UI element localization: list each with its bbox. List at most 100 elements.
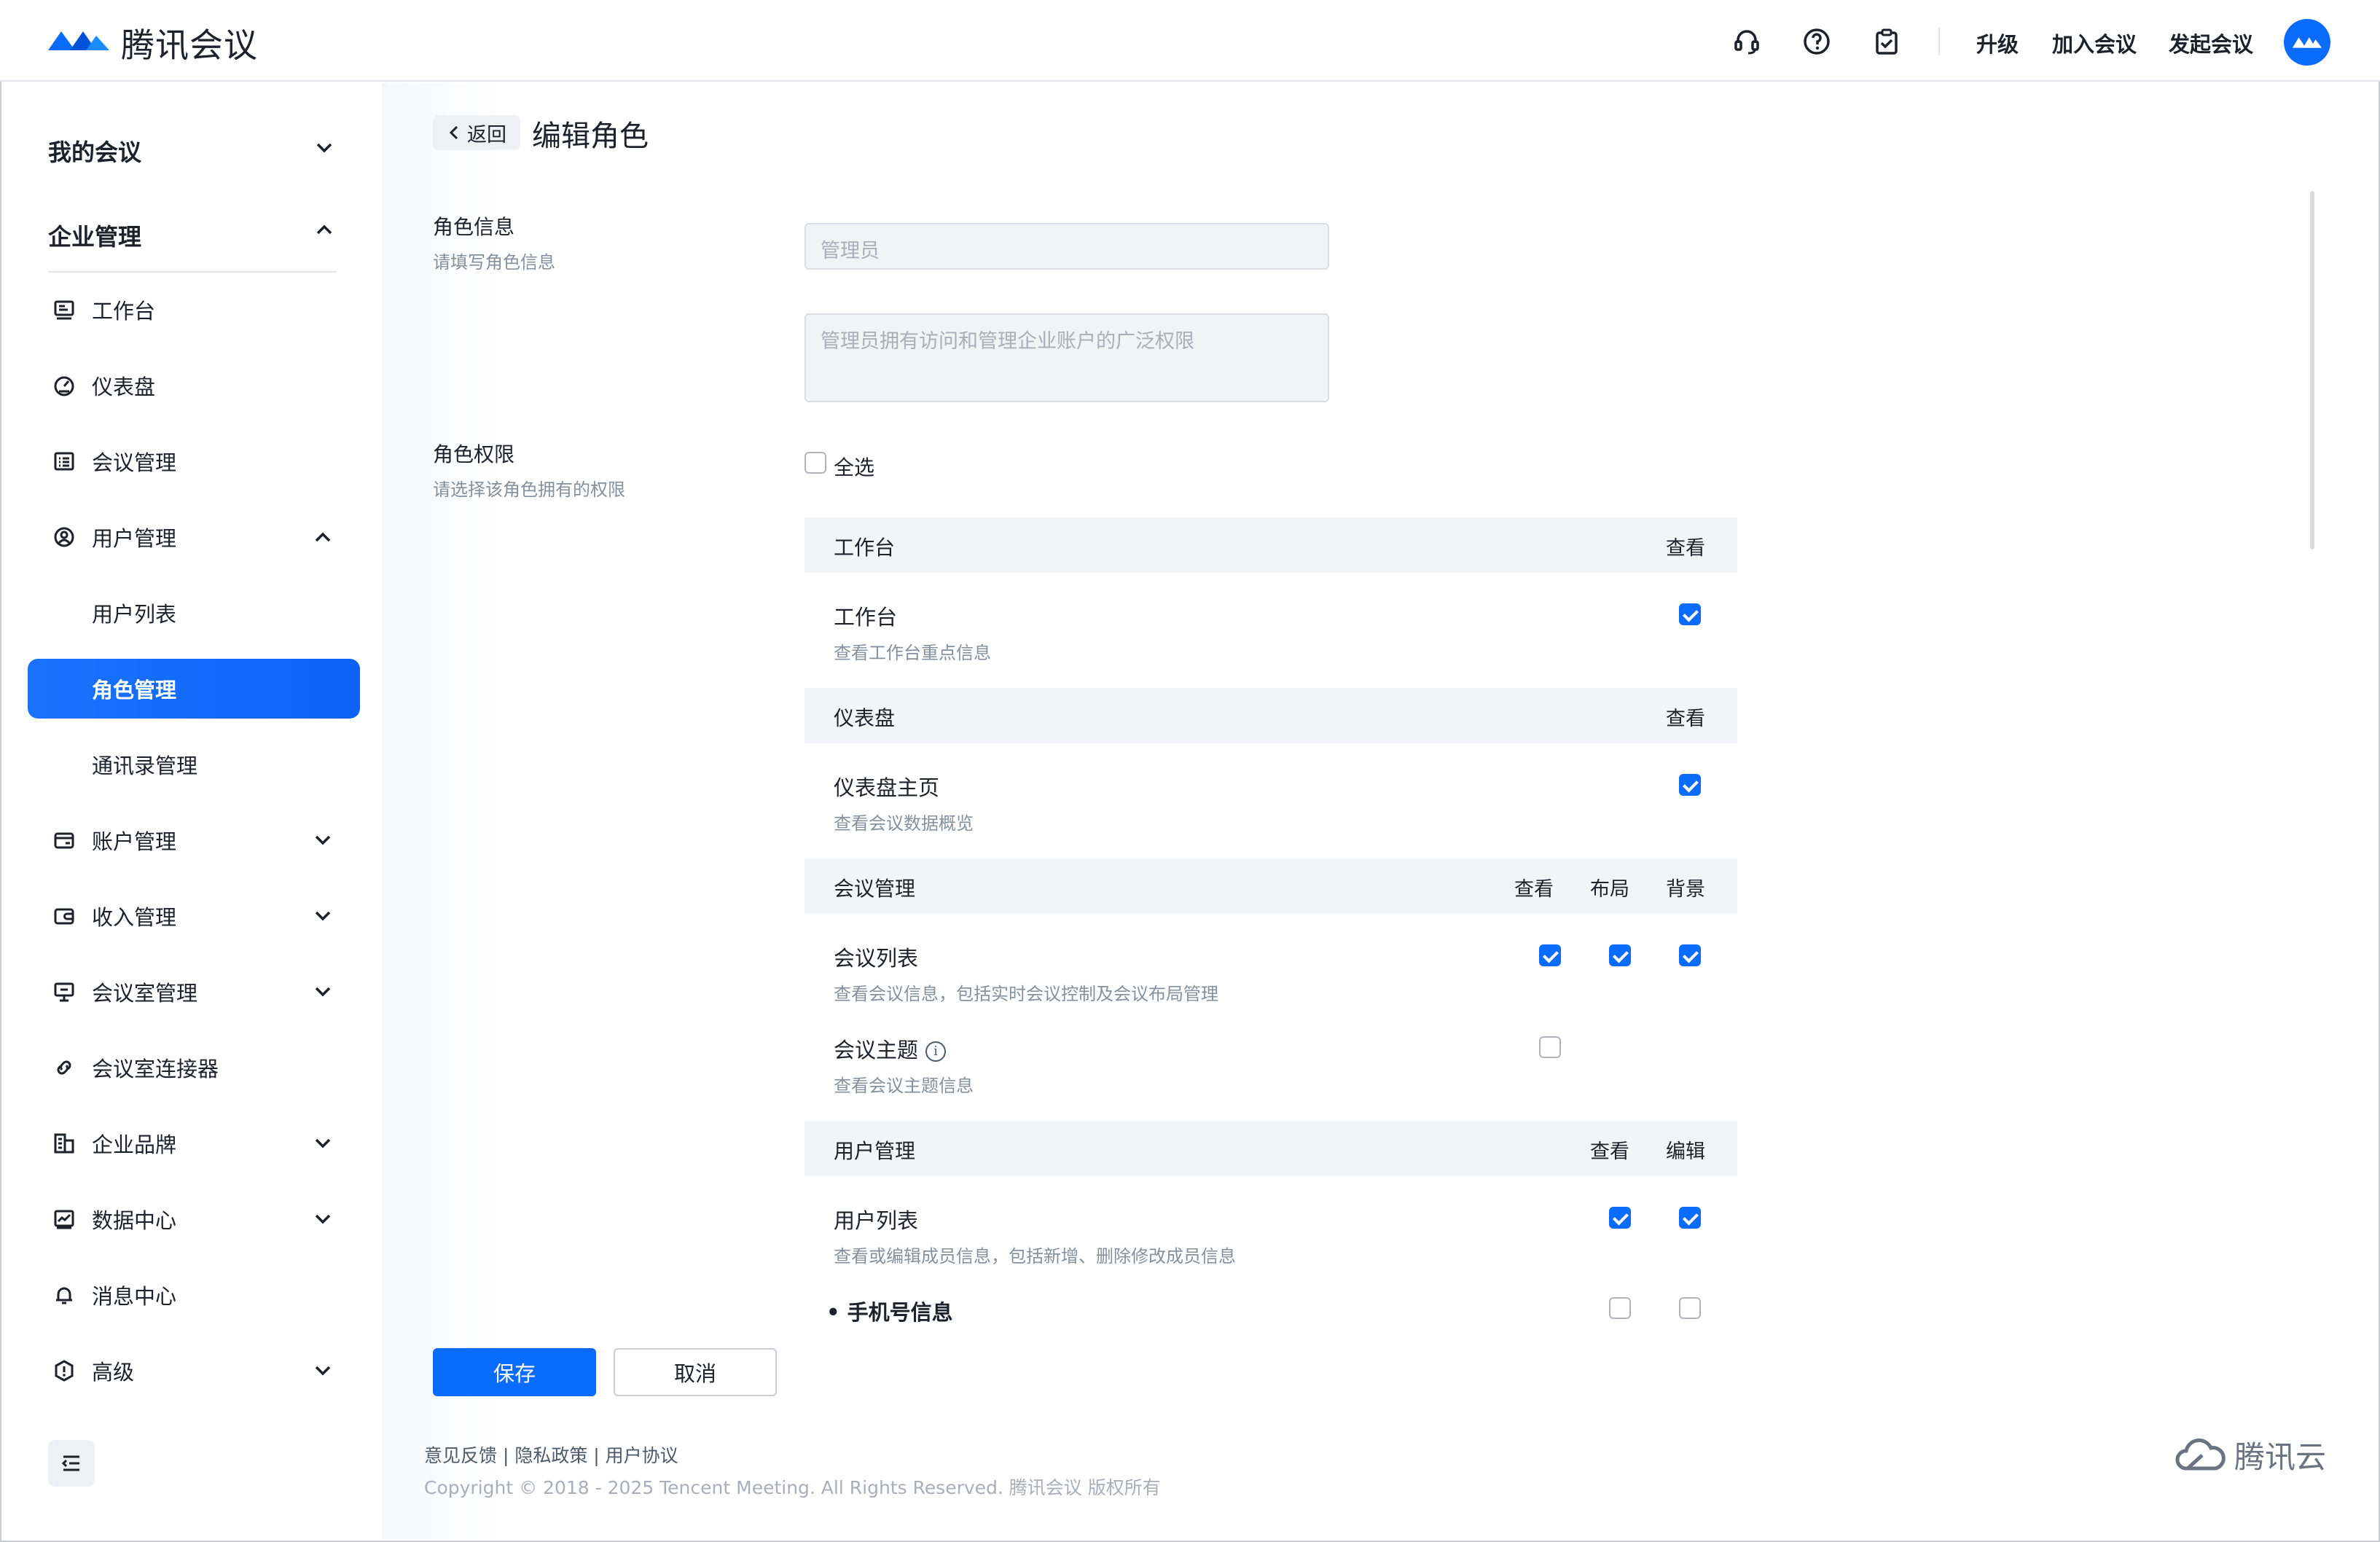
- clipboard-check-icon[interactable]: [1870, 25, 1903, 58]
- perm-checkbox[interactable]: [1609, 944, 1631, 966]
- sidebar-item-meeting-management[interactable]: 会议管理: [28, 431, 360, 491]
- meeting-list-icon: [51, 448, 77, 474]
- help-icon[interactable]: [1800, 25, 1833, 58]
- perm-group-header: 仪表盘 查看: [805, 688, 1737, 743]
- sidebar-item-brand[interactable]: 企业品牌: [28, 1114, 360, 1173]
- role-description-textarea[interactable]: 管理员拥有访问和管理企业账户的广泛权限: [805, 313, 1329, 402]
- chevron-down-icon: [315, 1214, 331, 1224]
- chevron-down-icon: [315, 911, 331, 921]
- select-all-label: 全选: [834, 455, 875, 480]
- sidebar-section-my-meetings[interactable]: 我的会议: [48, 134, 141, 168]
- perm-checkbox[interactable]: [1539, 944, 1561, 966]
- sidebar-item-label: 会议室管理: [92, 981, 198, 1006]
- top-header: 腾讯会议 升级 加入会议 发起会议: [0, 0, 2380, 82]
- cancel-button[interactable]: 取消: [614, 1348, 777, 1396]
- chevron-down-icon: [315, 987, 331, 997]
- sidebar-item-user-list[interactable]: 用户列表: [28, 583, 360, 643]
- sidebar-item-role-management[interactable]: 角色管理: [28, 659, 360, 719]
- sidebar-section-enterprise[interactable]: 企业管理: [48, 219, 141, 252]
- perm-group-header: 会议管理 查看 布局 背景: [805, 858, 1737, 914]
- perm-row-title: 用户列表: [834, 1208, 919, 1233]
- sidebar-item-label: 用户列表: [92, 602, 177, 627]
- perm-checkbox[interactable]: [1679, 1297, 1701, 1319]
- sidebar-item-advanced[interactable]: 高级: [28, 1341, 360, 1401]
- start-meeting-link[interactable]: 发起会议: [2169, 28, 2253, 58]
- perm-row-clip: [1603, 1297, 1705, 1319]
- back-label: 返回: [467, 123, 506, 146]
- content-left-shade: [382, 83, 498, 1539]
- sidebar-item-workbench[interactable]: 工作台: [28, 280, 360, 340]
- sidebar-item-label: 会议管理: [92, 450, 177, 475]
- perm-checkbox[interactable]: [1609, 1297, 1631, 1319]
- perm-checkbox[interactable]: [1679, 774, 1701, 796]
- select-all-checkbox[interactable]: [805, 452, 826, 474]
- perm-group-title: 工作台: [834, 536, 896, 560]
- perm-row-title: 仪表盘主页: [834, 775, 940, 800]
- sidebar-item-account[interactable]: 账户管理: [28, 810, 360, 870]
- sidebar-item-label: 角色管理: [92, 678, 177, 702]
- perm-group-title: 用户管理: [834, 1139, 916, 1163]
- sidebar-item-label: 高级: [92, 1360, 135, 1385]
- perm-group-title: 仪表盘: [834, 706, 896, 730]
- sidebar-item-label: 企业品牌: [92, 1132, 177, 1157]
- chevron-left-icon: [449, 125, 458, 140]
- perm-row-desc: 查看会议信息，包括实时会议控制及会议布局管理: [834, 984, 1218, 1004]
- footer-copyright: Copyright © 2018 - 2025 Tencent Meeting.…: [424, 1477, 1161, 1498]
- save-button[interactable]: 保存: [433, 1348, 596, 1396]
- sidebar-item-meeting-room[interactable]: 会议室管理: [28, 962, 360, 1022]
- perm-checkbox[interactable]: [1539, 1036, 1561, 1058]
- role-info-label: 角色信息: [433, 215, 515, 239]
- bell-icon: [51, 1282, 77, 1308]
- dashboard-icon: [51, 372, 77, 399]
- chevron-down-icon[interactable]: [313, 137, 335, 159]
- role-info-hint: 请填写角色信息: [433, 252, 555, 273]
- perm-col-edit: 编辑: [1666, 1140, 1705, 1163]
- sidebar-item-message-center[interactable]: 消息中心: [28, 1265, 360, 1325]
- perm-checkbox[interactable]: [1679, 1207, 1701, 1229]
- perm-col-view: 查看: [1666, 537, 1705, 560]
- footer-links[interactable]: 意见反馈 | 隐私政策 | 用户协议: [424, 1441, 678, 1468]
- headset-icon[interactable]: [1730, 25, 1764, 58]
- perm-col-view: 查看: [1666, 708, 1705, 730]
- sidebar-item-user-management[interactable]: 用户管理: [28, 507, 360, 567]
- chevron-down-icon: [315, 1138, 331, 1148]
- sidebar-item-label: 账户管理: [92, 829, 177, 854]
- perm-checkbox[interactable]: [1609, 1207, 1631, 1229]
- perm-group-title: 会议管理: [834, 877, 916, 901]
- advanced-icon: [51, 1358, 77, 1384]
- app-logo[interactable]: 腾讯会议: [45, 19, 258, 67]
- sidebar-item-room-connector[interactable]: 会议室连接器: [28, 1038, 360, 1097]
- chevron-up-icon[interactable]: [313, 219, 335, 240]
- sidebar-divider: [48, 271, 337, 273]
- user-avatar[interactable]: [2284, 19, 2330, 66]
- perm-row-desc: 查看会议主题信息: [834, 1076, 974, 1096]
- sidebar-item-dashboard[interactable]: 仪表盘: [28, 356, 360, 415]
- collapse-sidebar-button[interactable]: [48, 1440, 95, 1487]
- perm-col-background: 背景: [1666, 878, 1705, 901]
- perm-row-desc: 查看工作台重点信息: [834, 643, 991, 663]
- perm-col-layout: 布局: [1590, 878, 1629, 901]
- join-meeting-link[interactable]: 加入会议: [2052, 28, 2137, 58]
- sidebar-item-income[interactable]: 收入管理: [28, 886, 360, 946]
- role-name-input[interactable]: 管理员: [805, 223, 1329, 270]
- sidebar-item-label: 通讯录管理: [92, 754, 198, 778]
- user-icon: [51, 524, 77, 550]
- role-perm-hint: 请选择该角色拥有的权限: [433, 480, 625, 500]
- upgrade-link[interactable]: 升级: [1976, 28, 2019, 58]
- back-button[interactable]: 返回: [433, 115, 520, 150]
- collapse-icon: [61, 1455, 79, 1471]
- perm-checkbox[interactable]: [1679, 603, 1701, 625]
- content-scrollbar[interactable]: [2310, 191, 2314, 549]
- sidebar-item-data-center[interactable]: 数据中心: [28, 1189, 360, 1249]
- account-icon: [51, 827, 77, 853]
- perm-checkbox[interactable]: [1679, 944, 1701, 966]
- info-icon[interactable]: i: [925, 1041, 947, 1062]
- perm-row-desc: 查看会议数据概览: [834, 813, 974, 834]
- income-icon: [51, 903, 77, 929]
- perm-col-view: 查看: [1514, 878, 1554, 901]
- perm-row-desc: 查看或编辑成员信息，包括新增、删除修改成员信息: [834, 1246, 1236, 1267]
- perm-group-header: 用户管理 查看 编辑: [805, 1121, 1737, 1176]
- sidebar-item-label: 工作台: [92, 299, 156, 324]
- header-divider: [1938, 28, 1940, 55]
- sidebar-item-contacts[interactable]: 通讯录管理: [28, 735, 360, 794]
